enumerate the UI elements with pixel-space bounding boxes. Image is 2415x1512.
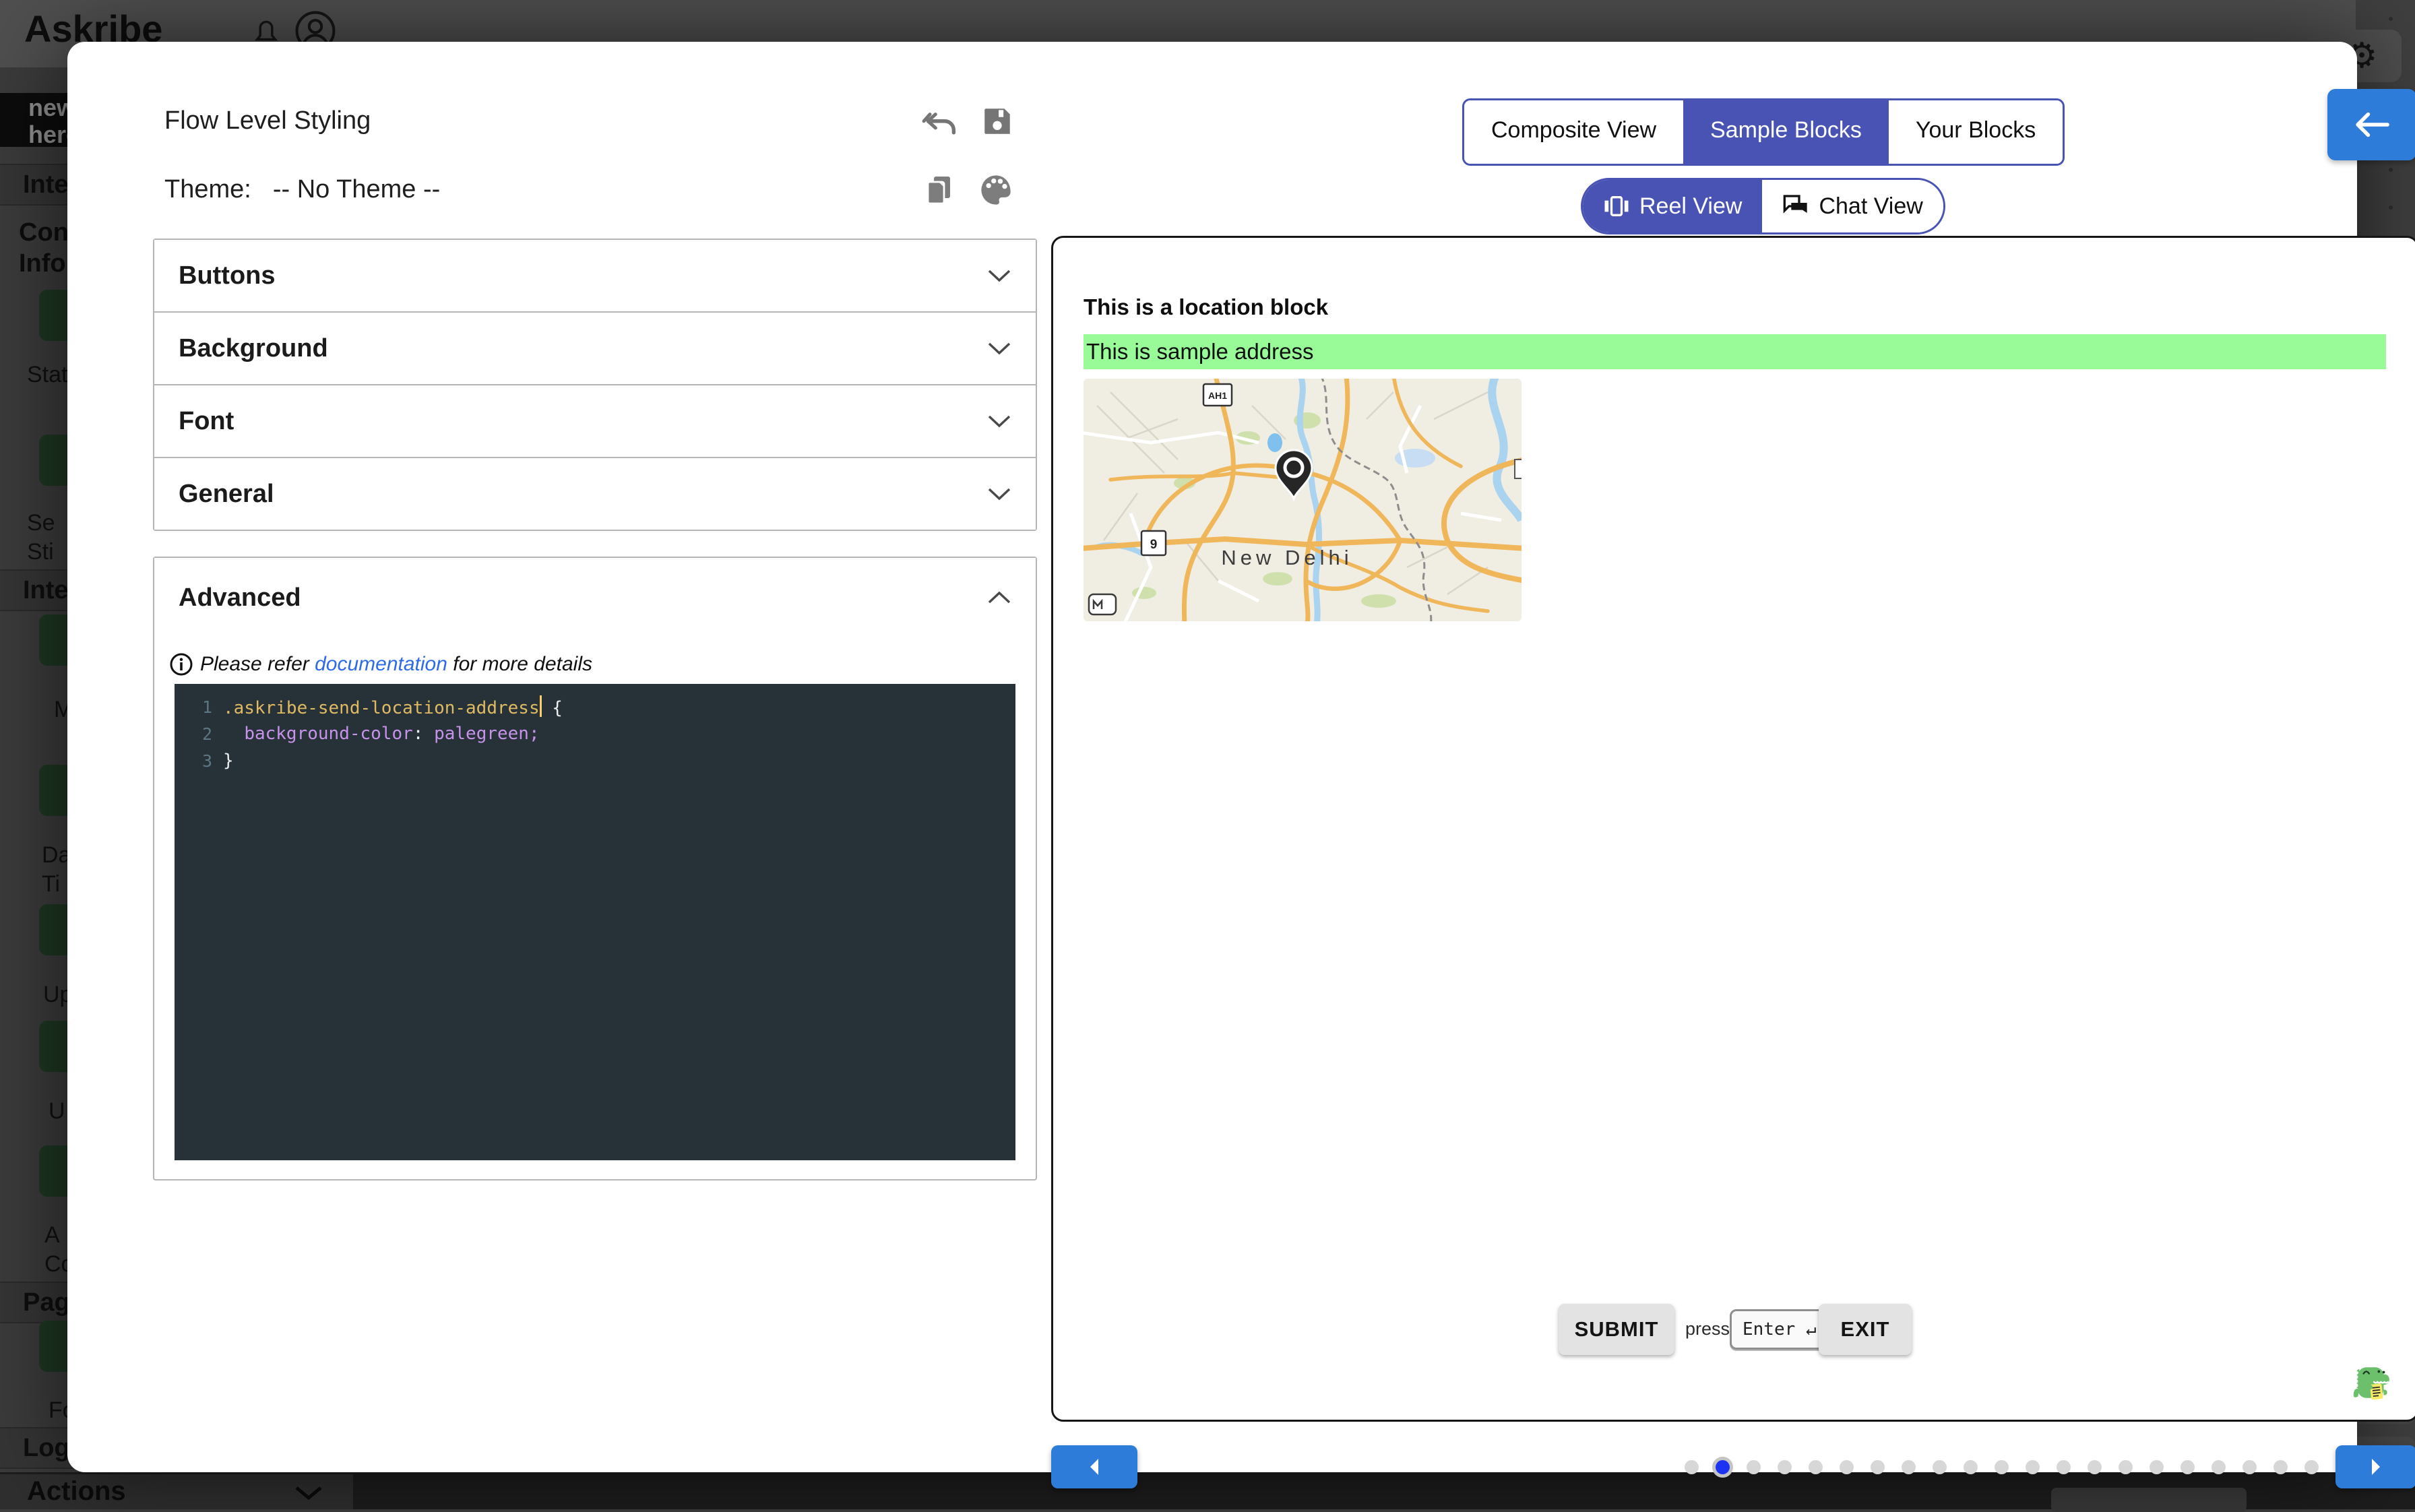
chevron-right-icon [2369, 1457, 2383, 1477]
svg-text:AH1: AH1 [1208, 390, 1227, 401]
theme-value: -- No Theme -- [273, 175, 440, 204]
palette-icon [978, 172, 1013, 208]
page-dot[interactable] [2212, 1460, 2226, 1474]
page-dot[interactable] [1840, 1460, 1854, 1474]
page-dot[interactable] [1871, 1460, 1885, 1474]
accordion-general[interactable]: General [154, 458, 1036, 530]
info-icon [169, 652, 193, 676]
page-dot[interactable] [2150, 1460, 2164, 1474]
page-dot[interactable] [2304, 1460, 2319, 1474]
line-number: 1 [175, 697, 223, 717]
chevron-down-icon [987, 414, 1011, 429]
line-number: 3 [175, 751, 223, 771]
page-dot[interactable] [1747, 1460, 1761, 1474]
code-line: 3 } [175, 747, 1015, 774]
page-dot[interactable] [2273, 1460, 2288, 1474]
page-dot-active[interactable] [1716, 1460, 1730, 1474]
undo-all-button[interactable] [920, 104, 958, 141]
code-line: 1 .askribe-send-location-address { [175, 693, 1015, 720]
back-button[interactable] [2327, 89, 2415, 160]
css-code-editor[interactable]: 1 .askribe-send-location-address { 2 bac… [175, 684, 1015, 1160]
sample-address-highlight: This is sample address [1084, 334, 2386, 369]
page-dot[interactable] [1995, 1460, 2009, 1474]
page-dot[interactable] [1778, 1460, 1792, 1474]
next-page-button[interactable] [2335, 1445, 2415, 1488]
sidebar-item-actions: Actions [0, 1474, 353, 1509]
tab-chat-view[interactable]: Chat View [1762, 180, 1943, 232]
code-line: 2 background-color: palegreen; [175, 720, 1015, 747]
dialog-title: Flow Level Styling [164, 106, 371, 135]
view-switch: Composite View Sample Blocks Your Blocks [1462, 98, 2065, 166]
style-accordion-group: Buttons Background Font General [153, 239, 1037, 531]
map-city-label: New Delhi [1221, 546, 1352, 569]
tab-sample-blocks[interactable]: Sample Blocks [1683, 100, 1889, 164]
save-icon [980, 103, 1014, 139]
tab-reel-view[interactable]: Reel View [1583, 180, 1762, 232]
page-dot[interactable] [1933, 1460, 1947, 1474]
page-dot[interactable] [2119, 1460, 2133, 1474]
note-prefix: Please refer [200, 653, 315, 675]
chevron-down-icon [987, 486, 1011, 501]
chevron-down-icon [987, 341, 1011, 356]
note-suffix: for more details [447, 653, 592, 675]
copy-theme-button[interactable] [920, 171, 958, 209]
accordion-font[interactable]: Font [154, 385, 1036, 458]
line-number: 2 [175, 724, 223, 744]
theme-label: Theme: [164, 175, 251, 204]
mode-switch: Reel View Chat View [1581, 178, 1945, 234]
enter-key-hint: Enter ↵ [1730, 1309, 1829, 1350]
backdrop-statusbar-fragment [2051, 1488, 2247, 1512]
page-dot[interactable] [1809, 1460, 1823, 1474]
page-dot[interactable] [2057, 1460, 2071, 1474]
flow-level-styling-dialog: Flow Level Styling Theme: -- No Theme -- [67, 42, 2357, 1472]
accordion-buttons[interactable]: Buttons [154, 240, 1036, 313]
chevron-up-icon [987, 590, 1011, 605]
theme-palette-button[interactable] [977, 171, 1015, 209]
crocodile-mascot-icon [2351, 1362, 2393, 1404]
svg-text:9: 9 [1150, 538, 1158, 552]
location-map-preview: AH1 9 New Delhi [1084, 379, 1522, 621]
save-button[interactable] [978, 102, 1016, 140]
location-block-heading: This is a location block [1084, 294, 1328, 320]
page-dot[interactable] [1685, 1460, 1699, 1474]
page-dot[interactable] [2026, 1460, 2040, 1474]
prev-page-button[interactable] [1051, 1445, 1137, 1488]
accordion-advanced[interactable]: Advanced [154, 558, 1036, 637]
chat-view-icon [1782, 193, 1809, 219]
chevron-down-icon [294, 1485, 323, 1501]
block-preview-panel: This is a location block This is sample … [1051, 236, 2415, 1422]
documentation-link[interactable]: documentation [315, 653, 447, 675]
exit-button[interactable]: EXIT [1819, 1304, 1912, 1355]
page-dots [1685, 1445, 2350, 1488]
page-dot[interactable] [1902, 1460, 1916, 1474]
page-dot[interactable] [1964, 1460, 1978, 1474]
page-dot[interactable] [2181, 1460, 2195, 1474]
arrow-left-icon [2351, 110, 2393, 139]
submit-button[interactable]: SUBMIT [1559, 1304, 1674, 1355]
tab-composite-view[interactable]: Composite View [1464, 100, 1683, 164]
press-hint-label: press [1685, 1319, 1730, 1340]
page-dot[interactable] [2242, 1460, 2257, 1474]
page-dot[interactable] [2088, 1460, 2102, 1474]
copy-icon [923, 172, 955, 208]
theme-row: Theme: -- No Theme -- [164, 175, 440, 204]
advanced-accordion: Advanced Please refer documentation for … [153, 557, 1037, 1180]
reel-view-icon [1603, 195, 1630, 218]
accordion-background[interactable]: Background [154, 313, 1036, 385]
chevron-down-icon [987, 268, 1011, 283]
advanced-note: Please refer documentation for more deta… [169, 652, 592, 676]
tab-your-blocks[interactable]: Your Blocks [1889, 100, 2063, 164]
chevron-left-icon [1087, 1457, 1102, 1477]
undo-all-icon [921, 104, 958, 141]
